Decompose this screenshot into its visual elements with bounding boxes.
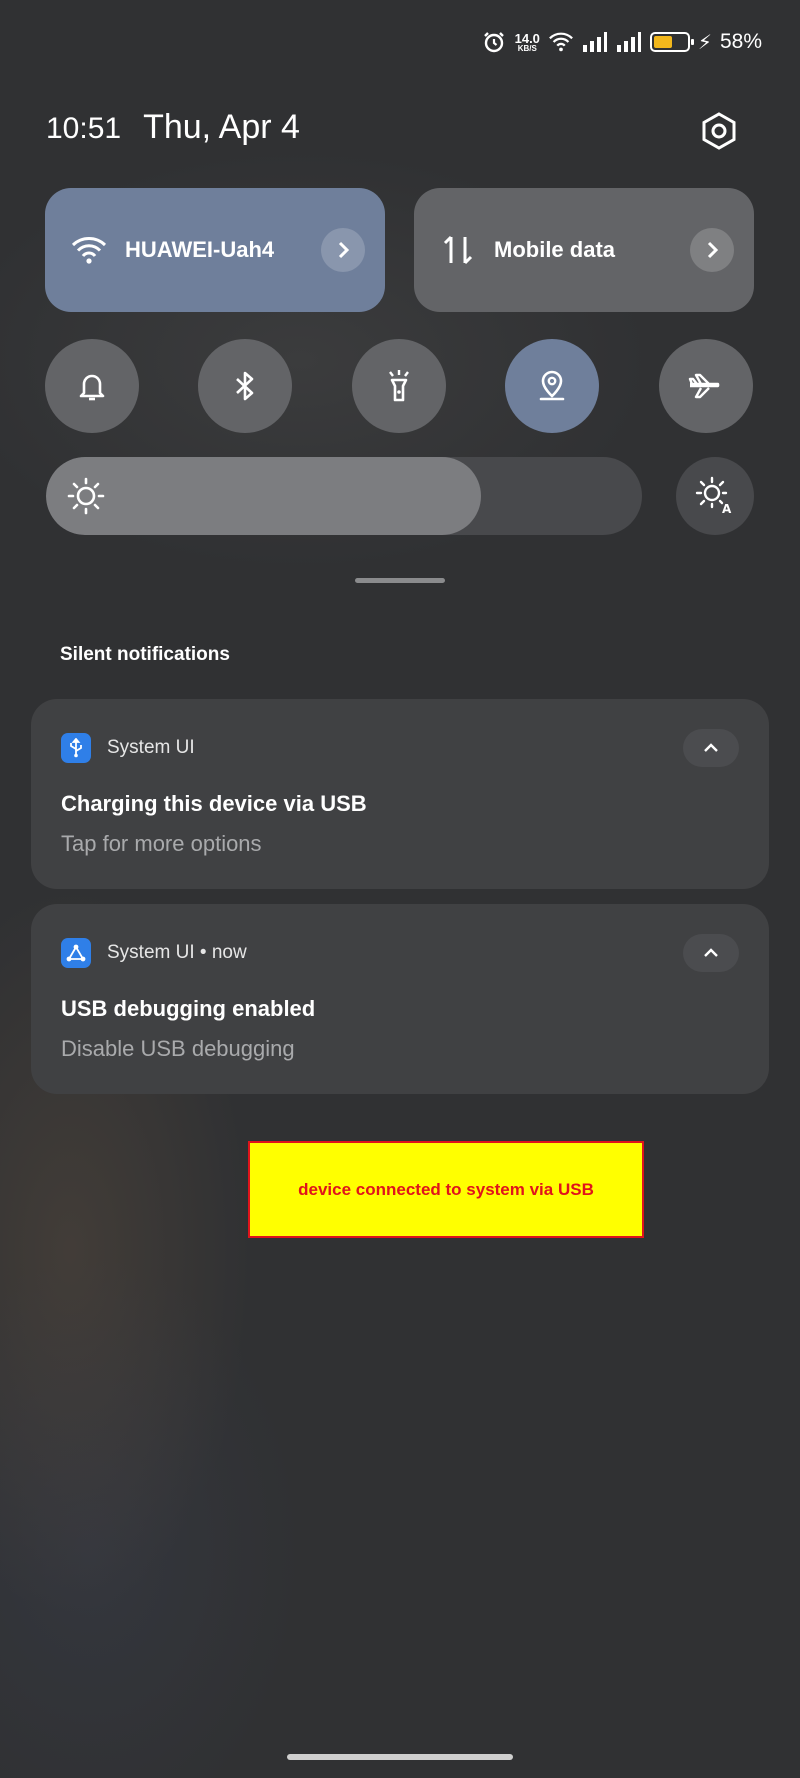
bell-icon — [79, 374, 105, 401]
auto-brightness-icon: A — [695, 476, 732, 516]
flashlight-icon — [389, 370, 409, 402]
notification-shade: 14.0 KB/S ⚡ 58% 10:51 Thu, Apr 4 HUAWEI-… — [0, 0, 800, 1778]
alarm-icon — [481, 29, 507, 55]
airplane-icon — [688, 373, 720, 399]
mobile-data-details-button[interactable] — [690, 228, 734, 272]
wifi-details-button[interactable] — [321, 228, 365, 272]
charging-icon: ⚡ — [697, 31, 712, 54]
mobile-data-icon — [438, 230, 478, 270]
notification-app-row: System UI — [61, 733, 195, 763]
debug-icon — [61, 938, 91, 968]
clock[interactable]: 10:51 — [46, 112, 121, 146]
notification-text: Disable USB debugging — [61, 1036, 295, 1061]
svg-text:A: A — [722, 502, 732, 516]
signal-icon — [616, 29, 642, 55]
status-bar: 14.0 KB/S ⚡ 58% — [481, 22, 762, 62]
collapse-button[interactable] — [683, 934, 739, 972]
location-toggle[interactable] — [505, 339, 599, 433]
network-speed-unit: KB/S — [517, 43, 537, 53]
wifi-tile[interactable]: HUAWEI-Uah4 — [45, 188, 385, 312]
bluetooth-toggle[interactable] — [198, 339, 292, 433]
sun-icon — [67, 477, 105, 515]
brightness-slider[interactable] — [46, 457, 642, 535]
section-title: Silent notifications — [60, 644, 230, 665]
collapse-button[interactable] — [683, 729, 739, 767]
gear-icon — [702, 112, 736, 150]
brightness-level — [46, 457, 482, 535]
location-icon — [539, 370, 565, 401]
bluetooth-icon — [236, 371, 254, 401]
notification-title: Charging this device via USB — [61, 791, 367, 816]
annotation-label: device connected to system via USB — [248, 1141, 644, 1238]
usb-icon — [61, 733, 91, 763]
network-speed: 14.0 KB/S — [515, 32, 540, 53]
notification-card[interactable]: System UI Charging this device via USB T… — [31, 699, 769, 889]
settings-button[interactable] — [694, 106, 744, 156]
shade-header: 10:51 Thu, Apr 4 — [46, 108, 300, 147]
flashlight-toggle[interactable] — [352, 339, 446, 433]
drag-handle[interactable] — [355, 578, 445, 583]
notification-title: USB debugging enabled — [61, 996, 316, 1021]
network-speed-value: 14.0 — [514, 30, 540, 46]
airplane-mode-toggle[interactable] — [659, 339, 753, 433]
chevron-right-icon — [707, 241, 719, 259]
signal-icon — [582, 29, 608, 55]
notification-card[interactable]: System UI • now USB debugging enabled Di… — [31, 904, 769, 1094]
wifi-icon — [69, 230, 109, 270]
notification-app-name: System UI — [107, 737, 195, 758]
notification-app-name: System UI • now — [107, 942, 247, 963]
chevron-up-icon — [704, 948, 718, 957]
wifi-icon — [548, 29, 574, 55]
mobile-data-tile-label: Mobile data — [494, 237, 616, 262]
date[interactable]: Thu, Apr 4 — [143, 108, 300, 147]
chevron-right-icon — [338, 241, 350, 259]
notification-text: Tap for more options — [61, 831, 262, 856]
wifi-tile-label: HUAWEI-Uah4 — [125, 237, 275, 262]
sound-toggle[interactable] — [45, 339, 139, 433]
battery-percent: 58% — [719, 30, 762, 53]
battery-icon — [649, 32, 694, 52]
battery-fill — [653, 36, 673, 48]
notification-app-row: System UI • now — [61, 938, 247, 968]
auto-brightness-button[interactable]: A — [676, 457, 754, 535]
chevron-up-icon — [704, 743, 718, 752]
mobile-data-tile[interactable]: Mobile data — [414, 188, 754, 312]
home-gesture-bar[interactable] — [287, 1754, 513, 1760]
